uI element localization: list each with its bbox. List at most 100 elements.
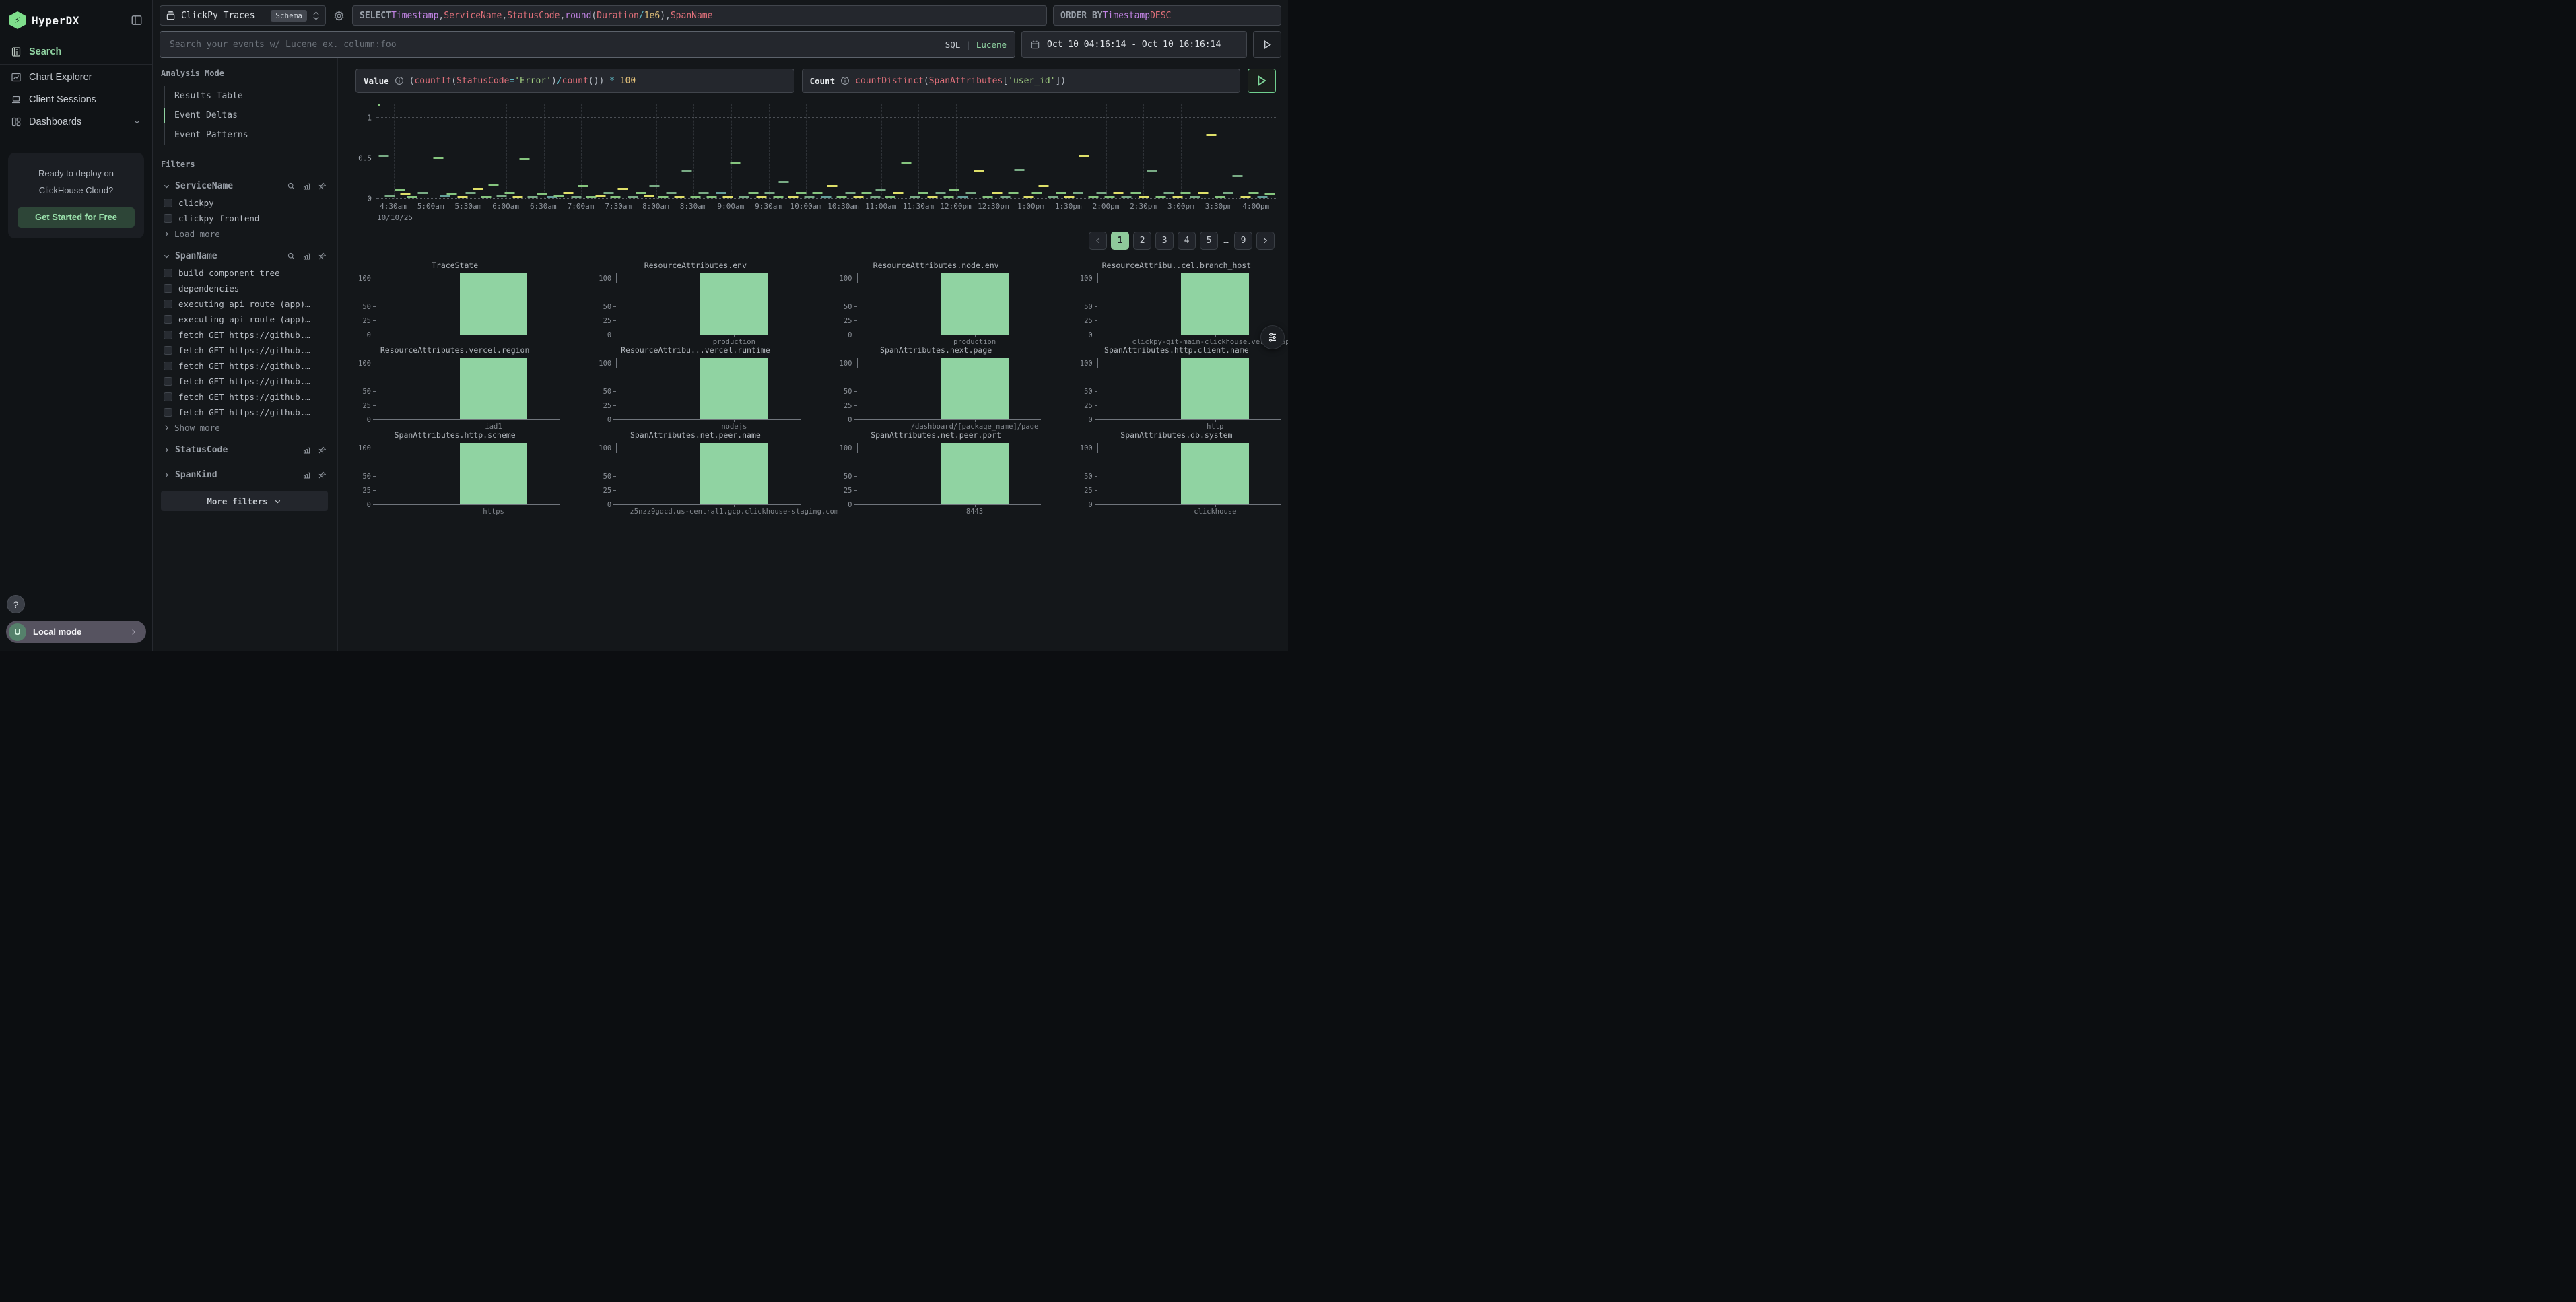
checkbox[interactable] [164, 284, 172, 293]
filter-option[interactable]: clickpy-frontend [161, 211, 328, 226]
filter-group-header-spankind[interactable]: SpanKind [161, 466, 328, 484]
bar-chart-icon[interactable] [302, 252, 311, 261]
chart-plot-area[interactable]: 00.51 [376, 104, 1276, 199]
filter-option[interactable]: executing api route (app)… [161, 296, 328, 312]
page-1[interactable]: 1 [1111, 232, 1129, 250]
bar[interactable] [460, 443, 528, 505]
get-started-button[interactable]: Get Started for Free [18, 207, 135, 228]
pin-icon[interactable] [318, 182, 327, 191]
bar[interactable] [1181, 358, 1249, 420]
chevron-down-icon [273, 497, 282, 506]
sidebar-nav: Search Chart ExplorerClient SessionsDashb… [0, 40, 152, 133]
help-button[interactable]: ? [7, 595, 25, 613]
y-tick-label: 25 [362, 487, 371, 495]
bar[interactable] [941, 358, 1009, 420]
bar[interactable] [700, 358, 768, 420]
chart-x-axis: 4:30am5:00am5:30am6:00am6:30am7:00am7:30… [376, 202, 1276, 212]
filter-option[interactable]: fetch GET https://github.… [161, 389, 328, 405]
analysis-mode-list: Results TableEvent DeltasEvent Patterns [164, 86, 328, 145]
filter-option[interactable]: fetch GET https://github.… [161, 327, 328, 343]
checkbox[interactable] [164, 199, 172, 207]
sidebar-item-search[interactable]: Search [0, 40, 152, 63]
bar[interactable] [1181, 273, 1249, 335]
bar[interactable] [460, 273, 528, 335]
pin-icon[interactable] [318, 446, 327, 454]
checkbox[interactable] [164, 408, 172, 417]
sidebar-item-client-sessions[interactable]: Client Sessions [0, 88, 152, 110]
checkbox[interactable] [164, 214, 172, 223]
page-4[interactable]: 4 [1178, 232, 1196, 250]
tick-mark [1215, 335, 1216, 337]
checkbox[interactable] [164, 346, 172, 355]
dash-mark [603, 192, 613, 194]
order-by-editor[interactable]: ORDER BY Timestamp DESC [1053, 5, 1281, 26]
sql-select-editor[interactable]: SELECT Timestamp, ServiceName, StatusCod… [352, 5, 1047, 26]
search-icon[interactable] [287, 182, 296, 191]
run-search-button[interactable] [1253, 31, 1281, 58]
schema-badge[interactable]: Schema [271, 10, 307, 22]
pin-icon[interactable] [318, 252, 327, 261]
pin-icon[interactable] [318, 471, 327, 479]
page-9[interactable]: 9 [1234, 232, 1252, 250]
run-analysis-button[interactable] [1248, 69, 1276, 93]
bar[interactable] [941, 443, 1009, 505]
filter-group-header-statuscode[interactable]: StatusCode [161, 441, 328, 459]
filter-option[interactable]: build component tree [161, 265, 328, 281]
bar-chart-icon[interactable] [302, 471, 311, 479]
filter-option[interactable]: fetch GET https://github.… [161, 343, 328, 358]
local-mode-button[interactable]: U Local mode [6, 621, 146, 643]
count-expression-input[interactable]: Count countDistinct(SpanAttributes['user… [802, 69, 1241, 93]
dash-mark [400, 193, 410, 195]
filter-group-header-servicename[interactable]: ServiceName [161, 177, 328, 195]
prev-page-button[interactable] [1089, 232, 1107, 250]
checkbox[interactable] [164, 269, 172, 277]
checkbox[interactable] [164, 331, 172, 339]
more-filters-button[interactable]: More filters [161, 491, 328, 511]
bar[interactable] [460, 358, 528, 420]
filter-option[interactable]: dependencies [161, 281, 328, 296]
x-tick-label: 7:30am [605, 202, 632, 211]
filter-option[interactable]: executing api route (app)… [161, 312, 328, 327]
analysis-mode-event-deltas[interactable]: Event Deltas [174, 106, 328, 125]
checkbox[interactable] [164, 300, 172, 308]
filter-option[interactable]: fetch GET https://github.… [161, 358, 328, 374]
analysis-mode-event-patterns[interactable]: Event Patterns [174, 125, 328, 145]
checkbox[interactable] [164, 392, 172, 401]
filter-option[interactable]: fetch GET https://github.… [161, 405, 328, 420]
next-page-button[interactable] [1256, 232, 1275, 250]
filter-option[interactable]: clickpy [161, 195, 328, 211]
bar[interactable] [700, 273, 768, 335]
bar[interactable] [941, 273, 1009, 335]
x-category-label: z5nzz9gqcd.us-central1.gcp.clickhouse-st… [630, 508, 838, 516]
checkbox[interactable] [164, 362, 172, 370]
filter-group-header-spanname[interactable]: SpanName [161, 247, 328, 265]
x-tick-label: 3:30pm [1205, 202, 1232, 211]
bar-chart-icon[interactable] [302, 446, 311, 454]
sql-mode-toggle[interactable]: SQL [945, 40, 961, 50]
sidebar-item-dashboards[interactable]: Dashboards [0, 110, 152, 133]
search-input[interactable] [168, 39, 945, 50]
sidebar-item-chart-explorer[interactable]: Chart Explorer [0, 66, 152, 88]
source-selector[interactable]: ClickPy Traces Schema [160, 5, 326, 26]
dash-mark [1198, 192, 1208, 194]
load-more-link[interactable]: Load more [161, 226, 328, 240]
checkbox[interactable] [164, 377, 172, 386]
bar[interactable] [700, 443, 768, 505]
analysis-mode-results-table[interactable]: Results Table [174, 86, 328, 106]
filter-option[interactable]: fetch GET https://github.… [161, 374, 328, 389]
bar-chart-icon[interactable] [302, 182, 311, 191]
page-2[interactable]: 2 [1133, 232, 1151, 250]
checkbox[interactable] [164, 315, 172, 324]
value-expression-input[interactable]: Value (countIf(StatusCode='Error')/count… [355, 69, 794, 93]
chart-settings-fab[interactable] [1260, 325, 1285, 349]
y-tick-label: 100 [1080, 444, 1093, 452]
show-more-link[interactable]: Show more [161, 420, 328, 434]
search-icon[interactable] [287, 252, 296, 261]
date-range-picker[interactable]: Oct 10 04:16:14 - Oct 10 16:16:14 [1021, 31, 1247, 58]
page-5[interactable]: 5 [1200, 232, 1218, 250]
page-3[interactable]: 3 [1155, 232, 1174, 250]
collapse-sidebar-button[interactable] [131, 14, 143, 26]
lucene-mode-toggle[interactable]: Lucene [976, 40, 1007, 50]
settings-gear-button[interactable] [332, 9, 346, 23]
bar[interactable] [1181, 443, 1249, 505]
